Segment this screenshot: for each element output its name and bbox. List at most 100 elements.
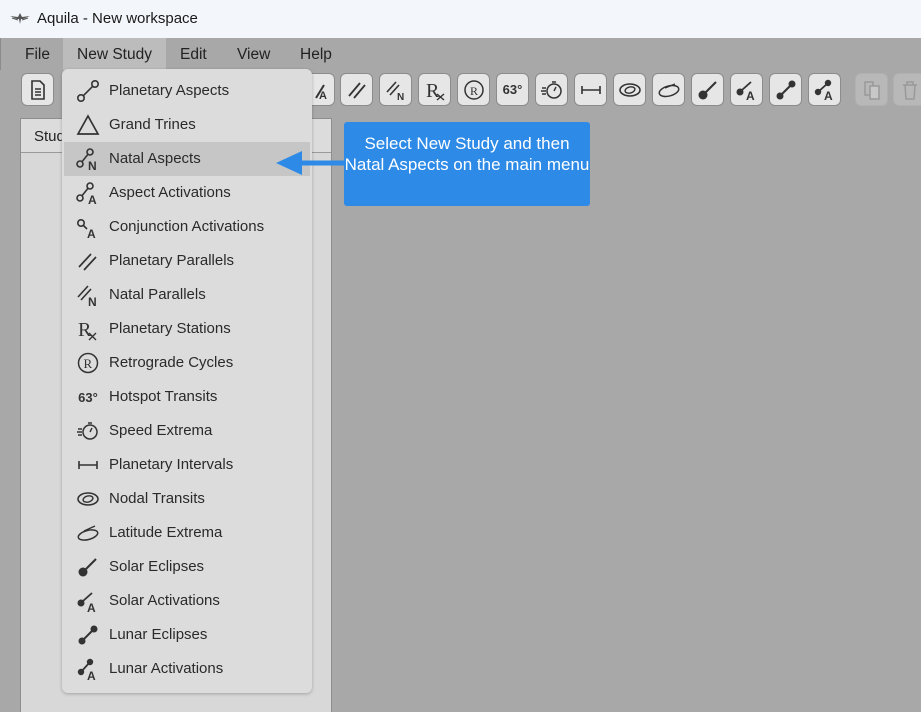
natal-parallels-icon: N <box>385 80 404 102</box>
toolbar-planetary-parallels-button[interactable] <box>340 73 373 106</box>
annotation-arrow <box>276 151 346 175</box>
delete-button[interactable] <box>893 73 921 106</box>
menu-item-speed-extrema[interactable]: Speed Extrema <box>64 414 310 448</box>
menu-item-lunar-eclipses[interactable]: Lunar Eclipses <box>64 618 310 652</box>
planetary-parallels-icon <box>347 81 366 99</box>
menu-item-hotspot-transits[interactable]: 63° Hotspot Transits <box>64 380 310 414</box>
svg-text:A: A <box>88 193 97 205</box>
toolbar-planetary-stations-button[interactable]: R <box>418 73 451 106</box>
menu-item-planetary-intervals[interactable]: Planetary Intervals <box>64 448 310 482</box>
svg-text:N: N <box>88 295 97 307</box>
toolbar-solar-activations-button[interactable]: A <box>730 73 763 106</box>
menu-item-planetary-stations[interactable]: R Planetary Stations <box>64 312 310 346</box>
toolbar-natal-parallels-button[interactable]: N <box>379 73 412 106</box>
menu-help[interactable]: Help <box>286 38 346 70</box>
toolbar-retrograde-cycles-button[interactable]: R <box>457 73 490 106</box>
menu-view[interactable]: View <box>223 38 284 70</box>
window-title: Aquila - New workspace <box>37 10 198 27</box>
copy-icon <box>863 80 880 100</box>
menu-item-label: Planetary Aspects <box>109 82 230 99</box>
retrograde-cycles-icon: R <box>76 351 100 375</box>
menu-item-label: Speed Extrema <box>109 422 213 439</box>
toolbar-hotspot-transits-button[interactable]: 63° <box>496 73 529 106</box>
natal-parallels-icon: N <box>76 283 100 307</box>
menu-new-study[interactable]: New Study <box>63 38 166 70</box>
menu-file[interactable]: File <box>11 38 64 70</box>
stopwatch-icon <box>540 80 562 99</box>
toolbar-speed-extrema-button[interactable] <box>535 73 568 106</box>
solar-eclipses-icon <box>698 80 717 99</box>
menu-item-solar-eclipses[interactable]: Solar Eclipses <box>64 550 310 584</box>
menu-edit[interactable]: Edit <box>166 38 221 70</box>
svg-text:N: N <box>88 159 97 171</box>
degree-icon: 63° <box>502 82 523 97</box>
lunar-eclipses-icon <box>76 623 100 647</box>
lunar-eclipses-icon <box>776 80 795 99</box>
menu-item-aspect-activations[interactable]: A Aspect Activations <box>64 176 310 210</box>
toolbar-solar-eclipses-button[interactable] <box>691 73 724 106</box>
conjunction-activations-icon: A <box>76 215 100 239</box>
menu-item-label: Hotspot Transits <box>109 388 218 405</box>
menu-item-lunar-activations[interactable]: A Lunar Activations <box>64 652 310 686</box>
svg-text:A: A <box>319 90 327 102</box>
toolbar-nodal-transits-button[interactable] <box>613 73 646 106</box>
trash-icon <box>902 80 917 100</box>
lunar-activations-icon: A <box>814 79 833 102</box>
menu-bar: File New Study Edit View Help <box>0 38 921 70</box>
menu-item-natal-aspects[interactable]: N Natal Aspects <box>64 142 310 176</box>
menu-item-planetary-parallels[interactable]: Planetary Parallels <box>64 244 310 278</box>
studies-tab-label: Stud <box>34 128 65 145</box>
toolbar-planetary-intervals-button[interactable] <box>574 73 607 106</box>
menu-item-label: Planetary Parallels <box>109 252 235 269</box>
svg-text:R: R <box>470 84 478 98</box>
menu-item-label: Lunar Eclipses <box>109 626 208 643</box>
toolbar-lunar-eclipses-button[interactable] <box>769 73 802 106</box>
nodal-transits-icon <box>618 82 641 97</box>
menu-item-nodal-transits[interactable]: Nodal Transits <box>64 482 310 516</box>
document-icon <box>30 79 45 100</box>
callout-text: Select New Study and then Natal Aspects … <box>344 134 590 174</box>
interval-icon <box>76 453 100 477</box>
rx-icon: R <box>76 317 100 341</box>
new-document-button[interactable] <box>21 73 54 106</box>
menu-item-label: Solar Activations <box>109 592 220 609</box>
menu-item-label: Nodal Transits <box>109 490 205 507</box>
menu-item-planetary-aspects[interactable]: Planetary Aspects <box>64 74 310 108</box>
menu-item-latitude-extrema[interactable]: Latitude Extrema <box>64 516 310 550</box>
planetary-parallels-icon <box>76 249 100 273</box>
aspect-activations-icon: A <box>76 181 100 205</box>
degree-icon: 63° <box>76 385 100 409</box>
menu-item-label: Lunar Activations <box>109 660 224 677</box>
menu-item-label: Solar Eclipses <box>109 558 205 575</box>
latitude-extrema-icon <box>76 521 100 545</box>
interval-icon <box>580 85 601 94</box>
svg-text:N: N <box>397 92 404 102</box>
copy-button[interactable] <box>855 73 888 106</box>
menu-item-label: Planetary Stations <box>109 320 231 337</box>
planetary-aspects-icon <box>76 79 100 103</box>
toolbar-lunar-activations-button[interactable]: A <box>808 73 841 106</box>
eagle-app-icon <box>9 9 31 27</box>
menu-item-natal-parallels[interactable]: N Natal Parallels <box>64 278 310 312</box>
menu-item-label: Planetary Intervals <box>109 456 234 473</box>
svg-text:A: A <box>824 89 833 102</box>
rx-icon: R <box>426 80 444 102</box>
menu-item-conjunction-activations[interactable]: A Conjunction Activations <box>64 210 310 244</box>
menu-item-label: Conjunction Activations <box>109 218 265 235</box>
menu-item-label: Latitude Extrema <box>109 524 223 541</box>
svg-text:A: A <box>746 89 755 102</box>
svg-text:A: A <box>87 601 96 613</box>
menu-item-label: Natal Parallels <box>109 286 206 303</box>
lunar-activations-icon: A <box>76 657 100 681</box>
svg-text:A: A <box>87 669 96 681</box>
triangle-icon <box>76 113 100 137</box>
solar-activations-icon: A <box>736 80 755 102</box>
menu-item-solar-activations[interactable]: A Solar Activations <box>64 584 310 618</box>
menu-item-label: Aspect Activations <box>109 184 231 201</box>
natal-aspects-icon: N <box>76 147 100 171</box>
new-study-dropdown-menu: Planetary Aspects Grand Trines N Natal A… <box>62 69 312 693</box>
menu-item-grand-trines[interactable]: Grand Trines <box>64 108 310 142</box>
menu-item-retrograde-cycles[interactable]: R Retrograde Cycles <box>64 346 310 380</box>
solar-activations-icon: A <box>76 589 100 613</box>
toolbar-latitude-extrema-button[interactable] <box>652 73 685 106</box>
